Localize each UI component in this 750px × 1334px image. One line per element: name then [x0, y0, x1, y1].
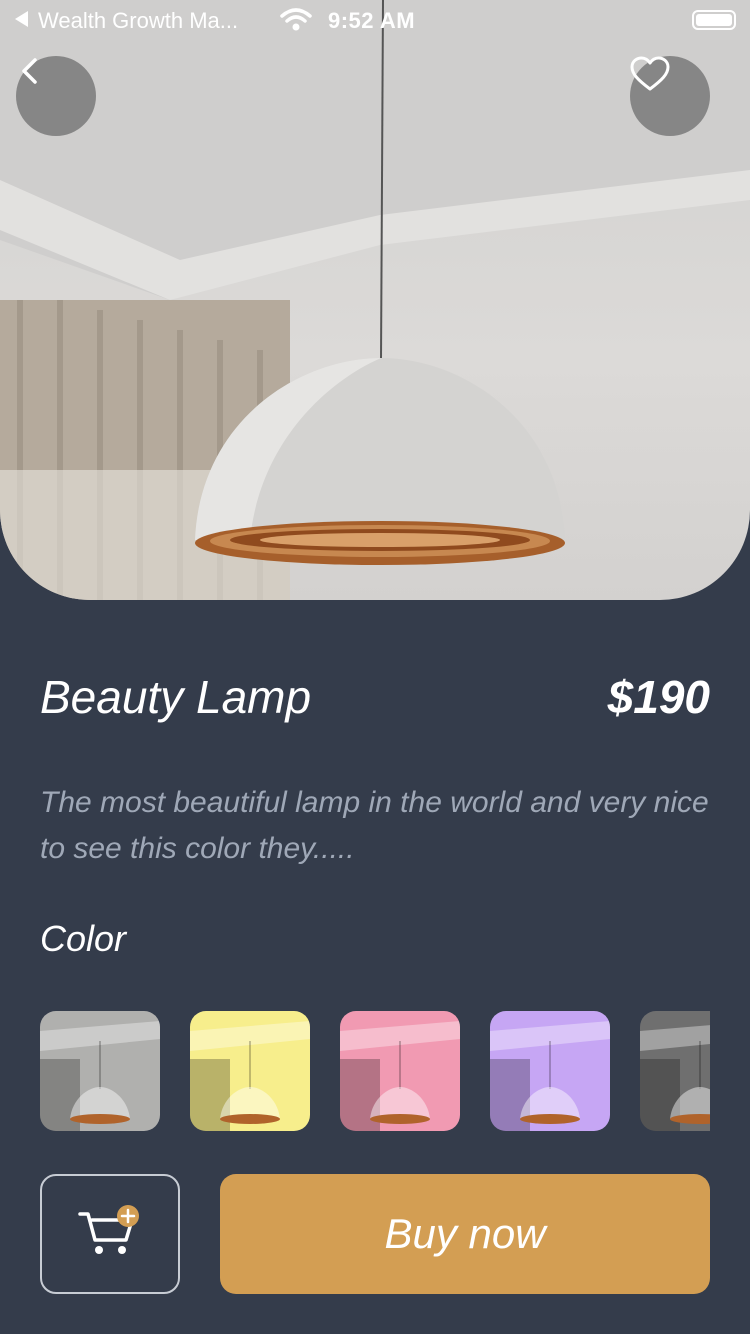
add-to-cart-button[interactable]	[40, 1174, 180, 1294]
color-swatch-dark[interactable]	[640, 1011, 710, 1131]
buy-now-button[interactable]: Buy now	[220, 1174, 710, 1294]
buy-now-label: Buy now	[384, 1210, 546, 1257]
status-time: 9:52 AM	[328, 8, 416, 33]
wifi-icon	[280, 8, 312, 38]
cart-add-icon	[78, 1204, 142, 1265]
color-swatch-pink[interactable]	[340, 1011, 460, 1131]
favorite-button[interactable]	[630, 56, 710, 136]
color-swatch-purple[interactable]	[490, 1011, 610, 1131]
color-section-label: Color	[40, 918, 127, 959]
product-title: Beauty Lamp	[40, 671, 312, 723]
back-button[interactable]	[16, 56, 96, 136]
back-to-app[interactable]: Wealth Growth Ma...	[14, 8, 238, 34]
color-swatch-list	[40, 1011, 710, 1131]
product-hero-image	[0, 0, 750, 600]
color-swatch-yellow[interactable]	[190, 1011, 310, 1131]
status-bar: Wealth Growth Ma... 9:52 AM	[0, 0, 750, 40]
product-description: The most beautiful lamp in the world and…	[40, 786, 709, 865]
back-triangle-icon	[14, 8, 30, 34]
back-app-label: Wealth Growth Ma...	[38, 8, 239, 33]
product-price: $190	[607, 671, 710, 723]
battery-icon	[692, 10, 736, 30]
color-swatch-white[interactable]	[40, 1011, 160, 1131]
